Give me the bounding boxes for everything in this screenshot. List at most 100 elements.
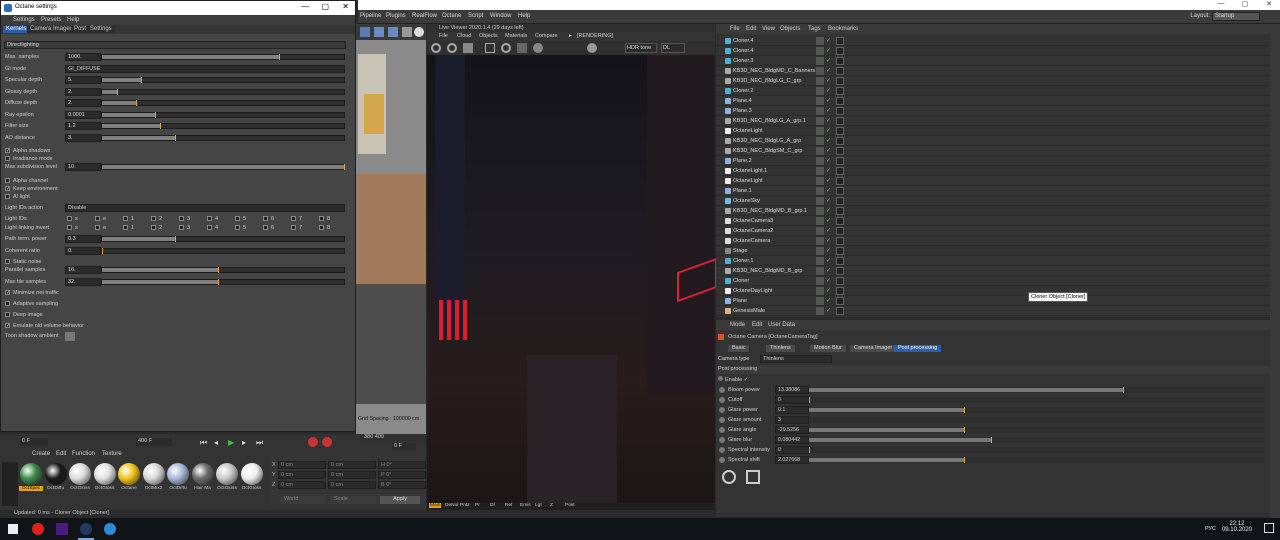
visibility-dots-icon[interactable] [816,117,824,125]
param-slider[interactable] [101,88,345,95]
checkbox-label[interactable]: Deep image [5,312,43,318]
material-ball[interactable] [20,463,42,485]
light-id-checkbox[interactable]: 3 [179,216,190,222]
checkbox[interactable] [291,225,296,231]
coord-field[interactable]: 0 cm [328,481,376,489]
attribute-value-field[interactable]: -29.5256 [775,426,809,434]
tag-icon[interactable] [836,277,844,285]
visibility-dots-icon[interactable] [816,267,824,275]
light-id-checkbox[interactable]: 4 [207,225,218,231]
menu-edit[interactable]: Edit [56,451,66,457]
checkbox[interactable] [151,216,156,222]
menu-function[interactable]: Function [72,451,95,457]
object-name[interactable]: KB3D_NEC_BldgLG_A_grp [733,138,801,144]
object-row[interactable]: Plane ✓ [716,296,1270,306]
object-name[interactable]: KB3D_NEC_BldgMD_C_Banners [733,68,815,74]
checkbox[interactable]: ✓ [5,290,10,296]
checkbox[interactable] [5,312,10,318]
send-scene-icon[interactable] [431,43,441,53]
animate-dot-icon[interactable] [719,427,725,433]
attribute-slider[interactable] [809,417,1264,423]
material-ball[interactable] [167,463,189,485]
object-name[interactable]: Stage [733,248,747,254]
tag-icon[interactable] [836,197,844,205]
enabled-check-icon[interactable]: ✓ [826,37,831,44]
enabled-check-icon[interactable]: ✓ [826,97,831,104]
tag-icon[interactable] [836,287,844,295]
checkbox[interactable] [263,216,268,222]
kernel-dropdown[interactable]: DL [661,43,685,53]
enabled-check-icon[interactable]: ✓ [826,67,831,74]
tag-icon[interactable] [836,57,844,65]
help-icon[interactable] [722,470,736,484]
after-effects-icon[interactable] [56,523,68,535]
telegram-icon[interactable] [104,523,116,535]
param-slider[interactable] [101,278,345,285]
object-name[interactable]: OctaneSky [733,198,760,204]
enabled-check-icon[interactable]: ✓ [826,267,831,274]
checkbox[interactable] [263,225,268,231]
checkbox-label[interactable]: Static noise [5,259,41,265]
tag-icon[interactable] [836,307,844,315]
channel-tab[interactable]: DeNoi [444,503,459,508]
checkbox[interactable] [5,301,10,307]
visibility-dots-icon[interactable] [816,197,824,205]
checkbox[interactable] [151,225,156,231]
tag-icon[interactable] [836,257,844,265]
enable-checkbox[interactable]: ✓ [744,377,749,383]
close-button[interactable]: ✕ [342,2,349,11]
object-name[interactable]: Plane.4 [733,98,752,104]
menu-help[interactable]: Help [67,17,79,23]
material-label[interactable]: Hair Ma [191,486,215,491]
light-id-checkbox[interactable]: 8 [319,225,330,231]
object-row[interactable]: KB3D_NEC_BldgMD_C_Banners ✓ [716,66,1270,76]
checkbox[interactable] [5,259,10,265]
tag-icon[interactable] [836,267,844,275]
param-slider[interactable] [101,164,345,170]
enabled-check-icon[interactable]: ✓ [826,277,831,284]
tab-kernels[interactable]: Kernels [3,26,30,33]
material-ball[interactable] [93,463,116,485]
menu-materials[interactable]: Materials [505,33,527,39]
tag-icon[interactable] [836,107,844,115]
tab-basic[interactable]: Basic [728,345,750,352]
material-label[interactable]: OctGloss [68,486,92,491]
tag-icon[interactable] [836,97,844,105]
checkbox[interactable]: ✓ [5,323,10,329]
object-name[interactable]: KB3D_NEC_BldgLG_A_grp.1 [733,118,806,124]
material-label[interactable]: OctDiffu [44,486,68,491]
coord-field[interactable]: H 0° [378,461,426,469]
light-id-checkbox[interactable]: 1 [123,225,134,231]
input-language[interactable]: РУС [1205,526,1216,532]
coord-field[interactable]: 0 cm [278,471,326,479]
tonemap-dropdown[interactable]: HDR tone [625,43,657,53]
channel-tab[interactable]: Df [489,503,496,508]
animate-dot-icon[interactable] [719,407,725,413]
object-row[interactable]: Plane.2 ✓ [716,156,1270,166]
material-label[interactable]: Octane [117,486,141,491]
material-ball[interactable] [216,463,238,485]
tag-icon[interactable] [836,157,844,165]
param-value-field[interactable]: 2. [65,87,101,96]
material-label[interactable]: OctDiffu [166,486,190,491]
animate-dot-icon[interactable] [719,437,725,443]
scale-dropdown[interactable]: Scale [330,496,376,504]
attribute-value-field[interactable]: 3 [775,416,809,424]
param-value-field[interactable]: 1000. [65,53,101,61]
coord-field[interactable]: P 0° [378,471,426,479]
param-value-field[interactable]: 0.3 [65,235,101,243]
render-view-icon[interactable] [402,27,412,37]
object-row[interactable]: OctaneLight ✓ [716,176,1270,186]
tag-icon[interactable] [836,207,844,215]
notification-icon[interactable] [1264,523,1274,533]
object-row[interactable]: KB3D_NEC_BldgLG_A_grp ✓ [716,136,1270,146]
checkbox[interactable] [95,225,100,231]
menu-realflow[interactable]: RealFlow [412,13,437,19]
object-row[interactable]: Cloner.4 ✓ [716,46,1270,56]
checkbox-label[interactable]: ✓ Emulate old volume behavior [5,323,84,329]
menu-window[interactable]: Window [490,13,511,19]
material-ball[interactable] [44,463,67,485]
visibility-dots-icon[interactable] [816,237,824,245]
checkbox[interactable] [67,225,72,231]
menu-edit[interactable]: Edit [746,26,756,32]
